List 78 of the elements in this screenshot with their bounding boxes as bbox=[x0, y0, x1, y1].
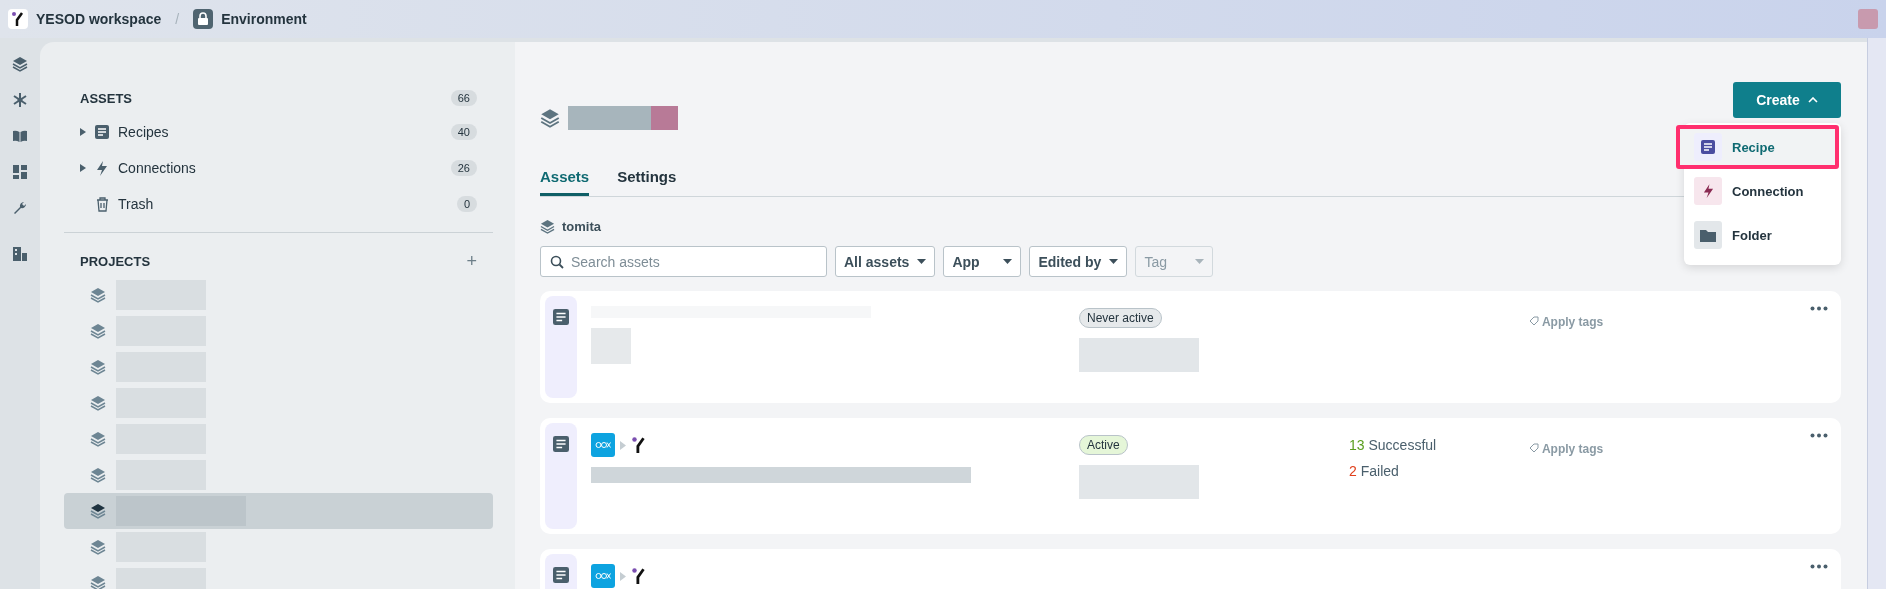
layers-icon bbox=[540, 219, 555, 234]
recipe-icon bbox=[553, 436, 569, 452]
arrow-icon bbox=[620, 571, 626, 581]
caret-down-icon bbox=[1109, 259, 1119, 264]
workspace-logo-icon bbox=[8, 9, 28, 29]
layers-icon bbox=[90, 287, 106, 303]
add-project-button[interactable]: + bbox=[466, 250, 477, 272]
layers-icon[interactable] bbox=[12, 56, 28, 72]
layers-icon bbox=[90, 503, 106, 519]
recipe-card[interactable]: Never active Apply tags bbox=[540, 291, 1841, 403]
tag-icon bbox=[1529, 316, 1539, 326]
layers-icon bbox=[90, 431, 106, 447]
layers-icon bbox=[90, 323, 106, 339]
caret-down-icon bbox=[1003, 259, 1013, 264]
count-badge: 26 bbox=[450, 160, 477, 176]
breadcrumb-separator: / bbox=[175, 11, 180, 27]
sidebar-item[interactable]: Connections bbox=[118, 160, 443, 176]
layers-icon bbox=[90, 359, 106, 375]
caret-down-icon bbox=[917, 259, 927, 264]
recipe-icon bbox=[94, 125, 110, 139]
tab[interactable]: Settings bbox=[617, 162, 677, 196]
asterisk-icon[interactable] bbox=[12, 92, 28, 108]
dashboard-icon[interactable] bbox=[12, 164, 28, 180]
book-icon[interactable] bbox=[12, 128, 28, 144]
search-field[interactable]: Search assets bbox=[540, 246, 827, 277]
status-badge: Active bbox=[1079, 435, 1128, 455]
bolt-icon bbox=[94, 160, 110, 176]
sidebar-item[interactable]: Recipes bbox=[118, 124, 443, 140]
layers-icon bbox=[90, 539, 106, 555]
wrench-icon[interactable] bbox=[12, 200, 28, 216]
app-logo-icon bbox=[631, 567, 647, 585]
environment-link[interactable]: Environment bbox=[221, 11, 307, 27]
sidebar-item[interactable]: Trash bbox=[118, 196, 449, 212]
app-logo-icon bbox=[631, 436, 647, 454]
menu-item[interactable]: Recipe bbox=[1676, 125, 1839, 169]
app-logo-icon bbox=[591, 564, 615, 588]
tag-icon bbox=[1529, 443, 1539, 453]
menu-item[interactable]: Connection bbox=[1684, 169, 1841, 213]
caret-down-icon bbox=[1195, 259, 1205, 264]
filter-dropdown[interactable]: Edited by bbox=[1029, 246, 1128, 277]
workspace-link[interactable]: YESOD workspace bbox=[36, 11, 162, 27]
count-badge: 40 bbox=[450, 124, 477, 140]
count-badge: 0 bbox=[456, 196, 477, 212]
recipe-icon bbox=[553, 567, 569, 583]
bolt-icon bbox=[1694, 177, 1722, 205]
recipe-icon bbox=[1694, 133, 1722, 161]
folder-name: tomita bbox=[562, 219, 601, 234]
success-count: 13 Successful bbox=[1349, 437, 1437, 453]
menu-item[interactable]: Folder bbox=[1684, 213, 1841, 257]
count-badge: 66 bbox=[450, 90, 477, 106]
layers-icon bbox=[90, 575, 106, 589]
layers-icon bbox=[540, 108, 560, 128]
chevron-up-icon bbox=[1807, 97, 1818, 103]
arrow-icon bbox=[620, 440, 626, 450]
expand-caret-icon[interactable] bbox=[80, 164, 86, 172]
lock-icon bbox=[193, 9, 214, 29]
filter-dropdown[interactable]: All assets bbox=[835, 246, 936, 277]
expand-caret-icon[interactable] bbox=[80, 128, 86, 136]
folder-icon bbox=[1694, 221, 1722, 249]
status-badge: Never active bbox=[1079, 308, 1162, 328]
more-options-icon[interactable] bbox=[1810, 306, 1828, 311]
layers-icon bbox=[90, 467, 106, 483]
app-logo-icon bbox=[591, 433, 615, 457]
failure-count: 2 Failed bbox=[1349, 463, 1399, 479]
section-title: ASSETS bbox=[80, 90, 132, 106]
search-icon bbox=[550, 255, 564, 269]
recipe-icon bbox=[553, 309, 569, 325]
redacted-block bbox=[591, 328, 631, 364]
section-title: PROJECTS bbox=[80, 253, 151, 269]
layers-icon bbox=[90, 395, 106, 411]
filter-dropdown[interactable]: App bbox=[943, 246, 1022, 277]
more-options-icon[interactable] bbox=[1810, 433, 1828, 438]
trash-icon bbox=[94, 196, 110, 212]
more-options-icon[interactable] bbox=[1810, 564, 1828, 569]
building-icon[interactable] bbox=[12, 246, 28, 262]
recipe-card[interactable]: Active 13 Successful 2 Failed Apply tags bbox=[540, 418, 1841, 534]
create-button[interactable]: Create bbox=[1733, 82, 1841, 118]
tab[interactable]: Assets bbox=[540, 162, 590, 196]
